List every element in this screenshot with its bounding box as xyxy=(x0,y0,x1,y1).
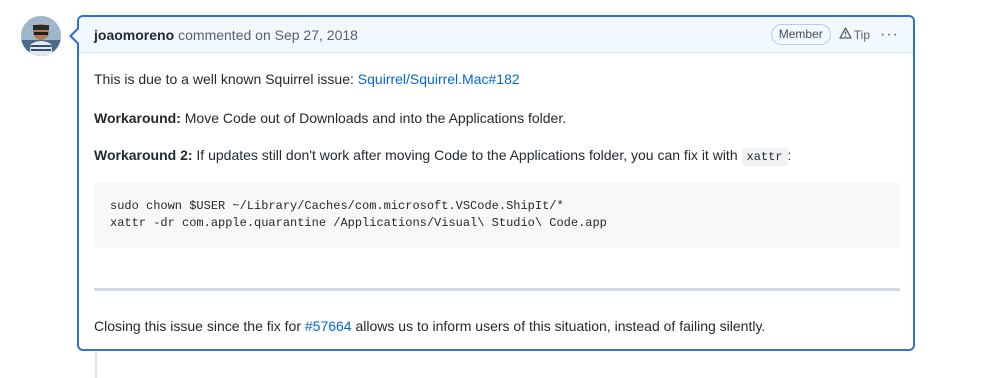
paragraph-2-text: Move Code out of Downloads and into the … xyxy=(180,110,567,126)
tip-button[interactable]: Tip xyxy=(839,27,870,42)
tip-label[interactable]: Tip xyxy=(854,28,870,42)
member-badge: Member xyxy=(770,24,831,45)
comment-date-text[interactable]: Sep 27, 2018 xyxy=(275,27,358,43)
comment-date[interactable]: Sep 27, 2018 xyxy=(271,27,358,43)
header-actions: Member Tip ··· xyxy=(770,24,899,45)
paragraph-4-text-after: allows us to inform users of this situat… xyxy=(351,318,766,334)
paragraph-3: Workaround 2: If updates still don't wor… xyxy=(94,145,791,167)
paragraph-4-text-before: Closing this issue since the fix for xyxy=(94,318,305,334)
kebab-horizontal-icon[interactable]: ··· xyxy=(880,26,899,42)
page: joaomoreno commented on Sep 27, 2018 Mem… xyxy=(0,0,994,378)
code-line: sudo chown $USER ~/Library/Caches/com.mi… xyxy=(110,199,564,213)
paragraph-4: Closing this issue since the fix for #57… xyxy=(94,316,765,336)
comment-action: commented on xyxy=(178,26,271,43)
paragraph-1-text: This is due to a well known Squirrel iss… xyxy=(94,71,358,87)
inline-code-xattr: xattr xyxy=(741,148,788,166)
comment-box: joaomoreno commented on Sep 27, 2018 Mem… xyxy=(69,15,915,351)
author-link[interactable]: joaomoreno xyxy=(94,27,174,43)
paragraph-3-text: If updates still don't work after moving… xyxy=(192,147,742,163)
comment-header: joaomoreno commented on Sep 27, 2018 Mem… xyxy=(79,17,913,53)
code-block: sudo chown $USER ~/Library/Caches/com.mi… xyxy=(94,182,900,248)
squirrel-issue-link[interactable]: Squirrel/Squirrel.Mac#182 xyxy=(358,71,520,87)
divider xyxy=(94,288,900,291)
workaround-2-label: Workaround 2: xyxy=(94,147,193,163)
workaround-label: Workaround: xyxy=(94,110,181,126)
avatar[interactable] xyxy=(21,16,61,56)
alert-triangle-icon xyxy=(839,27,852,42)
code-line: xattr -dr com.apple.quarantine /Applicat… xyxy=(110,216,607,230)
pr-57664-link[interactable]: #57664 xyxy=(305,318,352,334)
timeline-line xyxy=(95,350,97,378)
paragraph-2: Workaround: Move Code out of Downloads a… xyxy=(94,108,566,128)
paragraph-1: This is due to a well known Squirrel iss… xyxy=(94,69,520,89)
paragraph-3-end: : xyxy=(787,147,792,163)
